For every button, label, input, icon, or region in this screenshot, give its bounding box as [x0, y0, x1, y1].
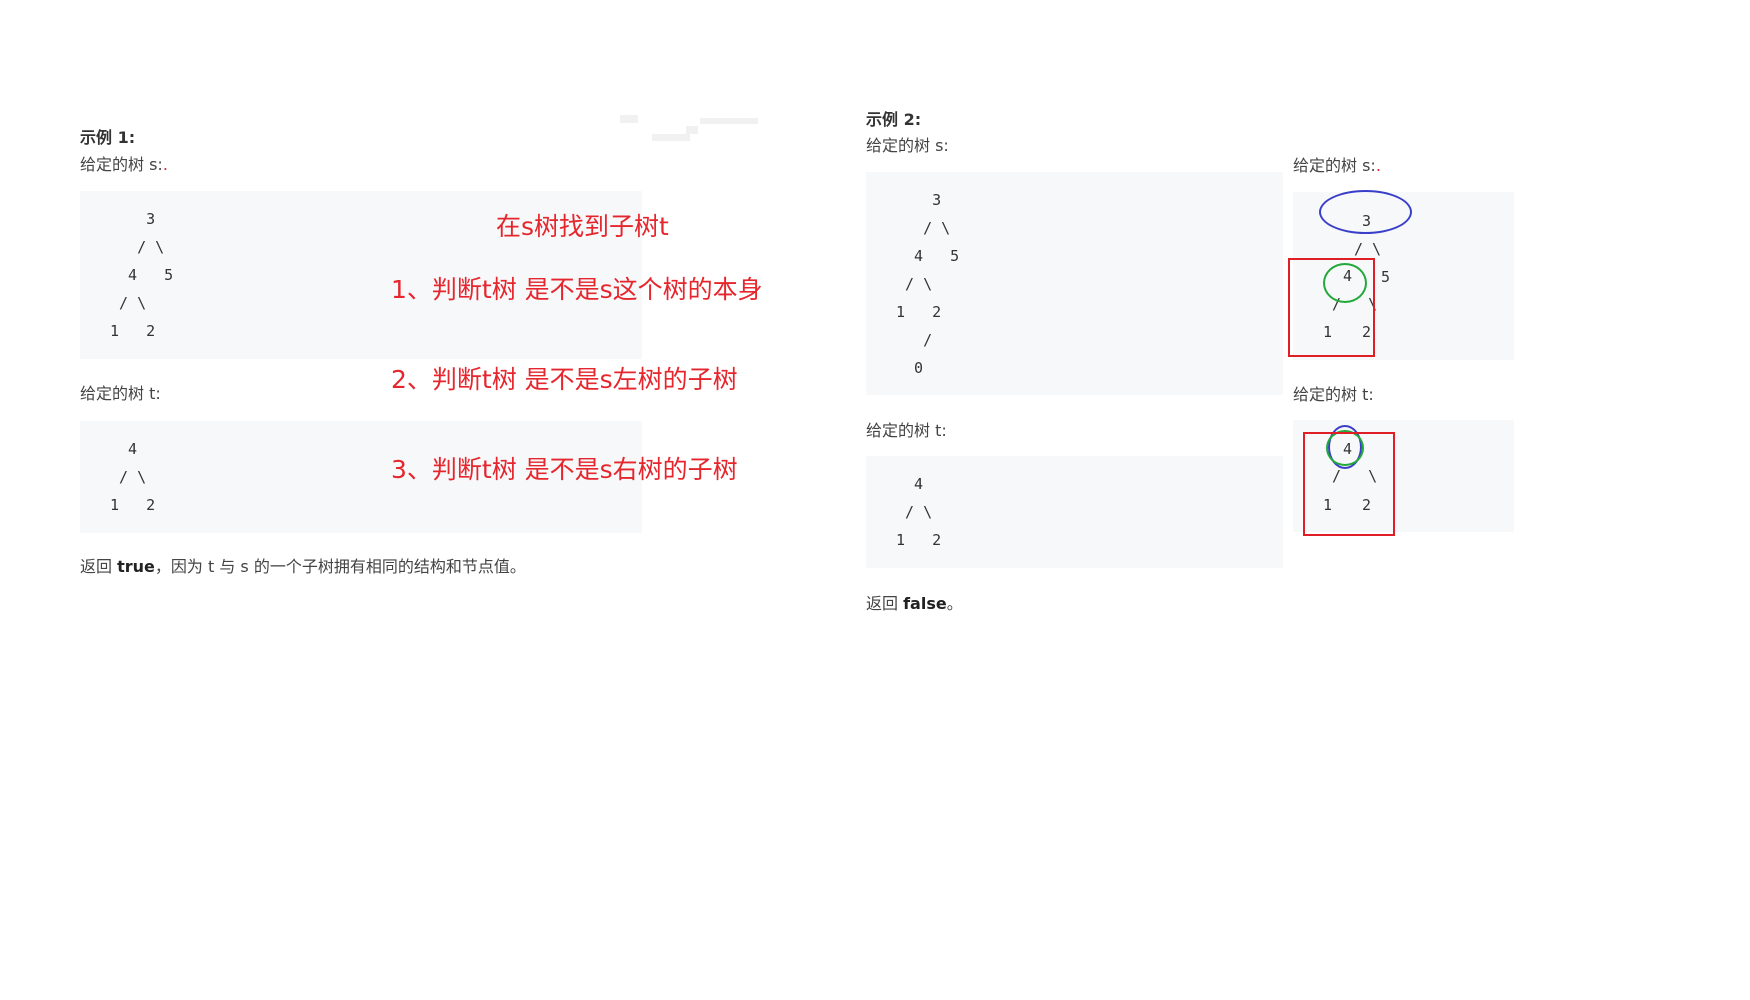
blue-root-highlight-icon — [1319, 190, 1412, 234]
example2-result-suffix: 。 — [946, 594, 963, 613]
example1-t-tree: 4 / \ 1 2 — [110, 440, 156, 514]
example2-result-value: false — [903, 594, 947, 613]
example1-result-suffix: ，因为 t 与 s 的一个子树拥有相同的结构和节点值。 — [154, 557, 526, 576]
example1-s-label-text: 给定的树 s: — [80, 155, 163, 174]
red-mark-icon: . — [1375, 156, 1381, 175]
example1-result: 返回 true，因为 t 与 s 的一个子树拥有相同的结构和节点值。 — [80, 553, 526, 577]
example1-t-label: 给定的树 t: — [80, 384, 161, 403]
example2-s-tree: 3 / \ 4 5 / \ 1 2 / 0 — [896, 191, 960, 377]
example1-s-label: 给定的树 s:. — [80, 151, 168, 175]
example2-result-prefix: 返回 — [866, 594, 904, 613]
red-mark-icon: . — [162, 155, 168, 174]
example2-t-tree: 4 / \ 1 2 — [896, 475, 942, 549]
red-subtree-box-t — [1303, 432, 1395, 536]
example1-heading: 示例 1: — [80, 128, 136, 147]
annotation-title: 在s树找到子树t — [496, 212, 669, 241]
diagram-s-edge-root: / \ — [1354, 240, 1382, 258]
smudge-1 — [620, 115, 638, 123]
diagram-t-label: 给定的树 t: — [1293, 385, 1374, 404]
example1-s-tree: 3 / \ 4 5 / \ 1 2 — [110, 210, 174, 340]
example1-result-value: true — [117, 557, 155, 576]
diagram-s-label-text: 给定的树 s: — [1293, 156, 1376, 175]
annotation-step2: 2、判断t树 是不是s左树的子树 — [391, 365, 738, 394]
example2-result: 返回 false。 — [866, 590, 963, 614]
example1-result-prefix: 返回 — [80, 557, 118, 576]
example2-heading: 示例 2: — [866, 110, 922, 129]
red-subtree-box-s — [1288, 258, 1375, 357]
diagram-s-right: 5 — [1381, 268, 1391, 286]
smudge-2 — [700, 118, 758, 124]
annotation-step1: 1、判断t树 是不是s这个树的本身 — [391, 275, 763, 304]
smudge-4 — [652, 134, 690, 141]
annotation-step3: 3、判断t树 是不是s右树的子树 — [391, 455, 738, 484]
diagram-s-label: 给定的树 s:. — [1293, 152, 1381, 176]
example2-s-label: 给定的树 s: — [866, 136, 949, 155]
example2-t-code-block: 4 / \ 1 2 — [866, 456, 1283, 568]
smudge-3 — [686, 126, 698, 134]
example2-t-label: 给定的树 t: — [866, 421, 947, 440]
example2-s-code-block: 3 / \ 4 5 / \ 1 2 / 0 — [866, 172, 1283, 395]
